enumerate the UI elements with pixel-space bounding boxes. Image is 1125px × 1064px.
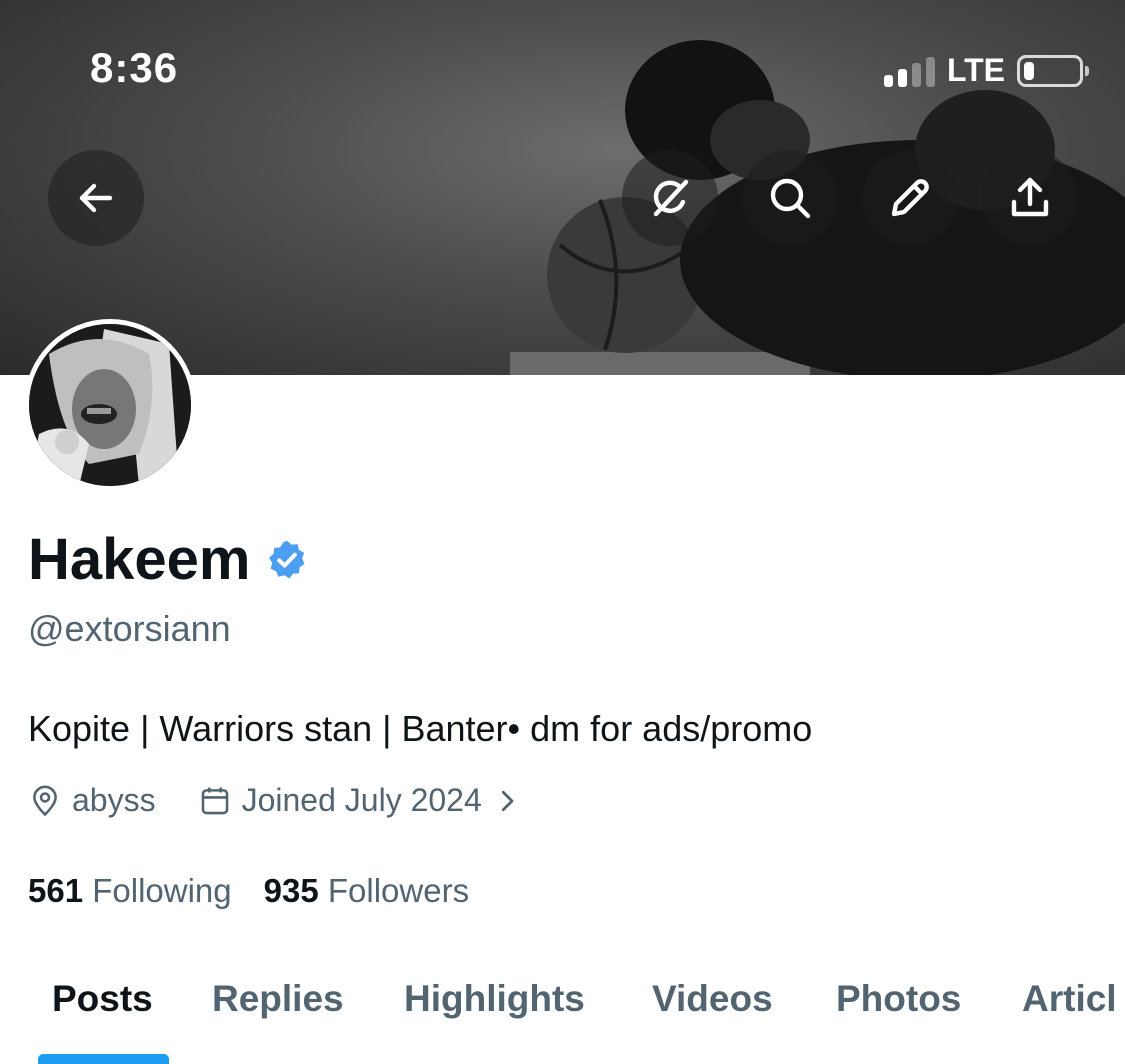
verified-badge-icon[interactable] — [266, 539, 308, 581]
search-icon — [770, 178, 811, 219]
tab-articles[interactable]: Articl — [1022, 978, 1117, 1020]
back-button[interactable] — [48, 150, 144, 246]
tab-replies[interactable]: Replies — [212, 978, 344, 1020]
tab-posts[interactable]: Posts — [52, 978, 153, 1020]
follow-counts: 561 Following 935 Followers — [28, 872, 469, 910]
share-icon — [1011, 177, 1049, 217]
location: abyss — [28, 782, 156, 819]
followers-label: Followers — [327, 872, 470, 909]
status-time: 8:36 — [90, 44, 179, 91]
chevron-right-icon — [501, 790, 514, 811]
profile-bio: Kopite | Warriors stan | Banter• dm for … — [28, 708, 813, 749]
battery-icon — [1017, 54, 1089, 87]
edit-icon — [891, 179, 929, 217]
tab-videos[interactable]: Videos — [652, 978, 773, 1020]
following-link[interactable]: 561 Following — [28, 872, 232, 910]
share-button[interactable] — [982, 150, 1078, 246]
tab-photos[interactable]: Photos — [836, 978, 961, 1020]
followers-link[interactable]: 935 Followers — [264, 872, 469, 910]
display-name: Hakeem — [28, 527, 251, 592]
grok-icon — [653, 179, 689, 217]
profile-banner[interactable]: 8:36 LTE — [0, 0, 1125, 375]
status-indicators: LTE — [883, 52, 1089, 89]
location-pin-icon — [33, 785, 57, 816]
profile-name-row: Hakeem — [28, 526, 308, 593]
edit-button[interactable] — [862, 150, 958, 246]
grok-button[interactable] — [622, 150, 718, 246]
followers-count: 935 — [263, 872, 319, 909]
active-tab-indicator — [38, 1054, 169, 1064]
profile-handle: @extorsiann — [28, 608, 231, 649]
calendar-icon — [201, 787, 228, 814]
avatar-photo — [29, 324, 191, 486]
arrow-left-icon — [79, 183, 113, 213]
tab-highlights[interactable]: Highlights — [404, 978, 585, 1020]
cellular-signal-icon — [883, 55, 935, 87]
following-label: Following — [92, 872, 232, 909]
search-button[interactable] — [742, 150, 838, 246]
avatar[interactable] — [24, 319, 196, 491]
joined-date-link[interactable]: Joined July 2024 — [198, 782, 522, 819]
network-type: LTE — [946, 52, 1005, 88]
profile-tabs: Posts Replies Highlights Videos Photos A… — [0, 970, 1125, 1064]
joined-text: Joined July 2024 — [241, 782, 482, 818]
profile-meta: abyss Joined July 2024 — [28, 782, 564, 819]
location-text: abyss — [72, 782, 156, 818]
following-count: 561 — [28, 872, 84, 909]
